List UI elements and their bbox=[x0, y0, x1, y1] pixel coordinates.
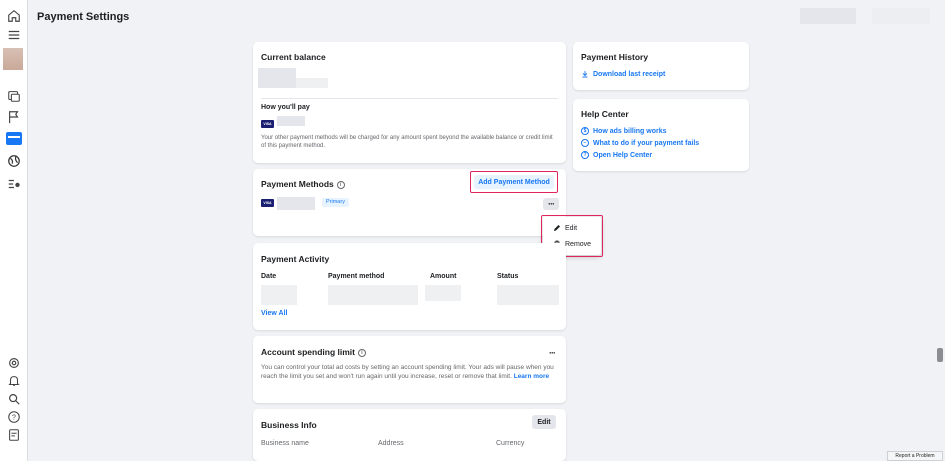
more-options-button[interactable]: ··· bbox=[543, 198, 559, 210]
bell-icon[interactable] bbox=[6, 373, 22, 389]
help-link-billing[interactable]: $ How ads billing works bbox=[581, 127, 667, 135]
highlight-add-payment bbox=[470, 171, 558, 193]
globe-icon[interactable] bbox=[6, 153, 22, 169]
help-link-billing-label: How ads billing works bbox=[593, 127, 667, 135]
help-link-payment-fails-label: What to do if your payment fails bbox=[593, 139, 700, 147]
settings-icon[interactable] bbox=[6, 355, 22, 371]
visa-card-icon: VISA bbox=[261, 120, 274, 128]
help-center-title: Help Center bbox=[581, 109, 629, 119]
payment-activity-card: Payment Activity Date Payment method Amo… bbox=[253, 243, 566, 330]
col-currency: Currency bbox=[496, 440, 525, 447]
spending-limit-label: Account spending limit bbox=[261, 347, 355, 357]
edit-business-info-button[interactable]: Edit bbox=[532, 415, 556, 429]
header-account-redacted bbox=[800, 8, 856, 24]
col-address: Address bbox=[378, 440, 404, 447]
billing-help-icon: $ bbox=[581, 127, 589, 135]
question-circle-icon: ? bbox=[581, 151, 589, 159]
amount-redacted bbox=[425, 285, 461, 301]
download-receipt-link[interactable]: Download last receipt bbox=[581, 70, 665, 78]
payment-settings-page: ? Payment Settings Current balance How y… bbox=[0, 0, 945, 461]
business-info-card: Business Info Edit Business name Address… bbox=[253, 409, 566, 461]
search-icon[interactable] bbox=[6, 391, 22, 407]
payment-history-card: Payment History Download last receipt bbox=[573, 42, 749, 90]
report-problem-button[interactable]: Report a Problem bbox=[887, 451, 943, 461]
download-icon bbox=[582, 71, 588, 78]
spending-limit-title: Account spending limit i bbox=[261, 347, 366, 357]
col-amount: Amount bbox=[430, 273, 457, 280]
flag-icon[interactable] bbox=[6, 109, 22, 125]
how-you-pay-title: How you'll pay bbox=[261, 104, 310, 111]
report-icon[interactable] bbox=[6, 427, 22, 443]
help-icon[interactable]: ? bbox=[6, 409, 22, 425]
page-title: Payment Settings bbox=[37, 11, 130, 23]
chart-icon[interactable] bbox=[6, 88, 22, 104]
help-center-card: Help Center $ How ads billing works − Wh… bbox=[573, 99, 749, 171]
spending-limit-more-button[interactable]: ··· bbox=[544, 347, 560, 359]
help-link-open-help-center[interactable]: ? Open Help Center bbox=[581, 151, 652, 159]
header-user-redacted bbox=[872, 8, 930, 24]
col-business-name: Business name bbox=[261, 440, 309, 447]
current-balance-card: Current balance How you'll pay VISA Your… bbox=[253, 42, 566, 163]
view-all-link[interactable]: View All bbox=[261, 310, 287, 317]
payment-note: Your other payment methods will be charg… bbox=[261, 135, 553, 149]
card-number-redacted bbox=[277, 197, 315, 210]
spending-limit-card: Account spending limit i ··· You can cont… bbox=[253, 336, 566, 403]
payment-methods-label: Payment Methods bbox=[261, 179, 334, 189]
spending-limit-description: You can control your total ad costs by s… bbox=[261, 363, 556, 381]
date-redacted bbox=[261, 285, 297, 305]
list-settings-icon[interactable] bbox=[6, 176, 22, 192]
business-info-title: Business Info bbox=[261, 420, 317, 430]
visa-card-icon: VISA bbox=[261, 199, 274, 207]
info-icon[interactable]: i bbox=[336, 180, 345, 189]
scrollbar[interactable] bbox=[937, 348, 943, 362]
left-nav-rail: ? bbox=[0, 0, 28, 461]
info-icon[interactable]: i bbox=[357, 348, 366, 357]
help-link-open-help-center-label: Open Help Center bbox=[593, 151, 653, 159]
status-redacted bbox=[497, 285, 559, 305]
svg-text:?: ? bbox=[12, 415, 16, 422]
avatar[interactable] bbox=[3, 48, 23, 70]
payment-activity-title: Payment Activity bbox=[261, 254, 330, 264]
card-number-redacted bbox=[277, 116, 305, 126]
method-redacted bbox=[328, 285, 418, 305]
balance-amount-redacted bbox=[258, 68, 296, 88]
balance-title: Current balance bbox=[261, 52, 326, 62]
download-receipt-label: Download last receipt bbox=[593, 70, 666, 78]
help-link-payment-fails[interactable]: − What to do if your payment fails bbox=[581, 139, 699, 147]
primary-badge: Primary bbox=[322, 198, 349, 207]
col-status: Status bbox=[497, 273, 519, 280]
menu-icon[interactable] bbox=[6, 27, 22, 43]
col-payment-method: Payment method bbox=[328, 273, 385, 280]
spending-limit-text: You can control your total ad costs by s… bbox=[261, 364, 554, 380]
payment-history-title: Payment History bbox=[581, 52, 649, 62]
billing-icon[interactable] bbox=[6, 132, 22, 145]
home-icon[interactable] bbox=[6, 8, 22, 24]
divider bbox=[261, 98, 558, 99]
minus-circle-icon: − bbox=[581, 139, 589, 147]
payment-methods-title: Payment Methods i bbox=[261, 179, 345, 189]
balance-amount-redacted-2 bbox=[296, 78, 328, 88]
learn-more-link[interactable]: Learn more bbox=[514, 373, 549, 380]
col-date: Date bbox=[261, 273, 277, 280]
